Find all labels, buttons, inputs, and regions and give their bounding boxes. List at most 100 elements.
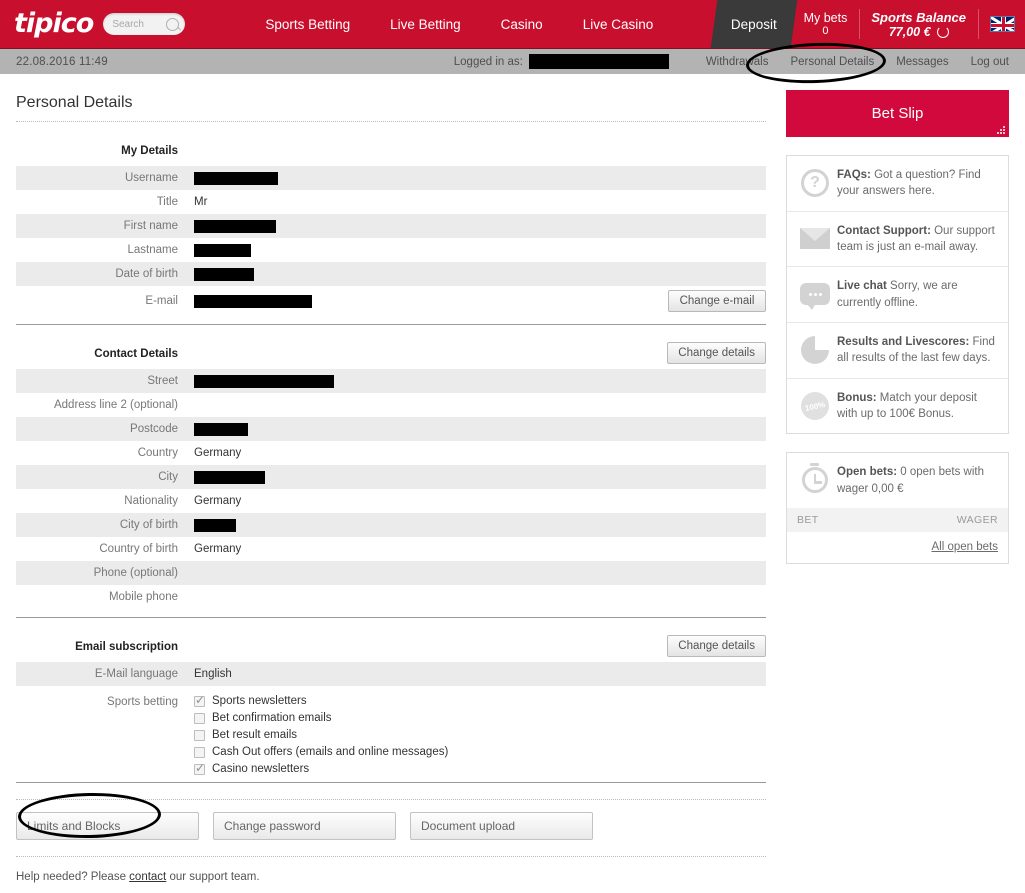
checkbox-icon-unchecked[interactable] (194, 712, 205, 724)
bet-slip-panel[interactable]: Bet Slip (786, 90, 1009, 137)
row-title: Title Mr (16, 190, 766, 214)
envelope-icon (797, 223, 833, 255)
sports-balance[interactable]: Sports Balance 77,00 € (859, 0, 978, 48)
row-address-line-2: Address line 2 (optional) (16, 393, 766, 417)
help-card-live-chat[interactable]: Live chat Sorry, we are currently offlin… (787, 267, 1008, 323)
my-bets-button[interactable]: My bets 0 (792, 0, 860, 48)
label-country: Country (137, 447, 178, 459)
subbar-link-withdrawals[interactable]: Withdrawals (695, 56, 780, 68)
main-header: tipico Search Sports Betting Live Bettin… (0, 0, 1025, 48)
my-details-heading: My Details (121, 145, 178, 157)
change-email-subscription-button[interactable]: Change details (667, 635, 766, 657)
row-email: E-mail Change e-mail (16, 286, 766, 316)
tipico-logo[interactable]: tipico (14, 10, 94, 37)
redacted-username (528, 54, 669, 69)
help-prefix: Help needed? Please (16, 871, 130, 883)
help-card-title: Bonus: (837, 391, 877, 404)
document-upload-button[interactable]: Document upload (410, 812, 593, 840)
checkbox-casino-newsletters[interactable]: Casino newsletters (194, 761, 448, 775)
help-card-title: Live chat (837, 280, 887, 293)
all-open-bets-link[interactable]: All open bets (932, 541, 999, 553)
logged-in-as: Logged in as: (454, 54, 669, 69)
checkbox-bet-confirmation-emails[interactable]: Bet confirmation emails (194, 712, 448, 724)
bottom-button-row: Limits and Blocks Change password Docume… (16, 812, 766, 840)
checkbox-icon-checked[interactable] (194, 693, 205, 707)
sports-balance-value: 77,00 € (888, 24, 931, 39)
checkbox-label: Cash Out offers (emails and online messa… (212, 746, 449, 758)
label-username: Username (124, 172, 178, 184)
title-divider (16, 121, 766, 122)
label-phone: Phone (optional) (93, 567, 178, 579)
label-sports-betting: Sports betting (107, 696, 178, 708)
language-selector[interactable] (978, 0, 1025, 48)
search-placeholder: Search (112, 18, 144, 30)
label-first-name: First name (123, 220, 178, 232)
nav-live-casino[interactable]: Live Casino (563, 17, 674, 32)
row-phone: Phone (optional) (16, 561, 766, 585)
bonus-badge-icon: 100% (797, 389, 833, 423)
help-card-faqs[interactable]: ? FAQs: Got a question? Find your answer… (787, 156, 1008, 212)
label-lastname: Lastname (127, 244, 178, 256)
help-links-card: ? FAQs: Got a question? Find your answer… (786, 155, 1009, 435)
row-country: Country Germany (16, 441, 766, 465)
help-card-contact-support[interactable]: Contact Support: Our support team is jus… (787, 212, 1008, 268)
change-email-button[interactable]: Change e-mail (668, 290, 766, 312)
redacted-value (194, 171, 278, 185)
section-divider (16, 617, 766, 618)
checkbox-bet-result-emails[interactable]: Bet result emails (194, 729, 448, 741)
checkbox-icon-unchecked[interactable] (194, 729, 205, 741)
subbar-link-messages[interactable]: Messages (885, 56, 959, 68)
subbar-link-personal-details[interactable]: Personal Details (779, 56, 885, 68)
account-subbar: 22.08.2016 11:49 Logged in as: Withdrawa… (0, 48, 1025, 74)
search-input[interactable]: Search (103, 13, 186, 35)
row-date-of-birth: Date of birth (16, 262, 766, 286)
nav-sports-betting[interactable]: Sports Betting (245, 17, 370, 32)
change-contact-details-button[interactable]: Change details (667, 342, 766, 364)
label-title: Title (156, 196, 178, 208)
value-country: Germany (194, 447, 242, 459)
checkbox-sports-newsletters[interactable]: Sports newsletters (194, 693, 448, 707)
row-city: City (16, 465, 766, 489)
checkbox-icon-checked[interactable] (194, 761, 205, 775)
redacted-value (194, 267, 254, 281)
nav-live-betting[interactable]: Live Betting (370, 17, 481, 32)
row-username: Username (16, 166, 766, 190)
help-card-title: Contact Support: (837, 224, 931, 237)
primary-navigation: Sports Betting Live Betting Casino Live … (245, 17, 673, 32)
redacted-value (194, 243, 251, 257)
limits-and-blocks-button[interactable]: Limits and Blocks (16, 812, 199, 840)
pie-chart-icon (797, 334, 833, 366)
checkbox-label: Bet confirmation emails (212, 712, 332, 724)
open-bets-card: Open bets: 0 open bets with wager 0,00 €… (786, 452, 1009, 564)
checkbox-icon-unchecked[interactable] (194, 746, 205, 758)
redacted-value (194, 518, 236, 532)
search-icon (166, 17, 180, 31)
label-email-language: E-Mail language (94, 668, 178, 680)
redacted-value (194, 374, 334, 388)
deposit-label: Deposit (730, 16, 777, 32)
open-bets-summary: Open bets: 0 open bets with wager 0,00 € (787, 453, 1008, 508)
question-mark-icon: ? (797, 167, 833, 199)
row-lastname: Lastname (16, 238, 766, 262)
change-password-button[interactable]: Change password (213, 812, 396, 840)
nav-casino[interactable]: Casino (481, 17, 563, 32)
open-bets-title: Open bets: (837, 466, 898, 479)
help-card-bonus[interactable]: 100% Bonus: Match your deposit with up t… (787, 379, 1008, 434)
section-contact-details: Contact Details Change details Street Ad… (16, 339, 766, 618)
chat-bubble-icon (797, 278, 833, 311)
section-my-details: My Details Username Title Mr First name … (16, 136, 766, 325)
value-title: Mr (194, 196, 208, 208)
help-card-results-livescores[interactable]: Results and Livescores: Find all results… (787, 323, 1008, 379)
contact-link[interactable]: contact (129, 871, 166, 883)
resize-handle-icon[interactable] (995, 124, 1005, 134)
checkbox-label: Casino newsletters (212, 763, 310, 775)
row-first-name: First name (16, 214, 766, 238)
label-address-line-2: Address line 2 (optional) (53, 399, 178, 411)
subbar-link-log-out[interactable]: Log out (960, 56, 1025, 68)
help-text: Help needed? Please contact our support … (16, 856, 766, 883)
deposit-button[interactable]: Deposit (710, 0, 797, 48)
checkbox-cash-out-offers[interactable]: Cash Out offers (emails and online messa… (194, 746, 448, 758)
refresh-icon[interactable] (936, 25, 949, 38)
checkbox-label: Bet result emails (212, 729, 298, 741)
row-nationality: Nationality Germany (16, 489, 766, 513)
